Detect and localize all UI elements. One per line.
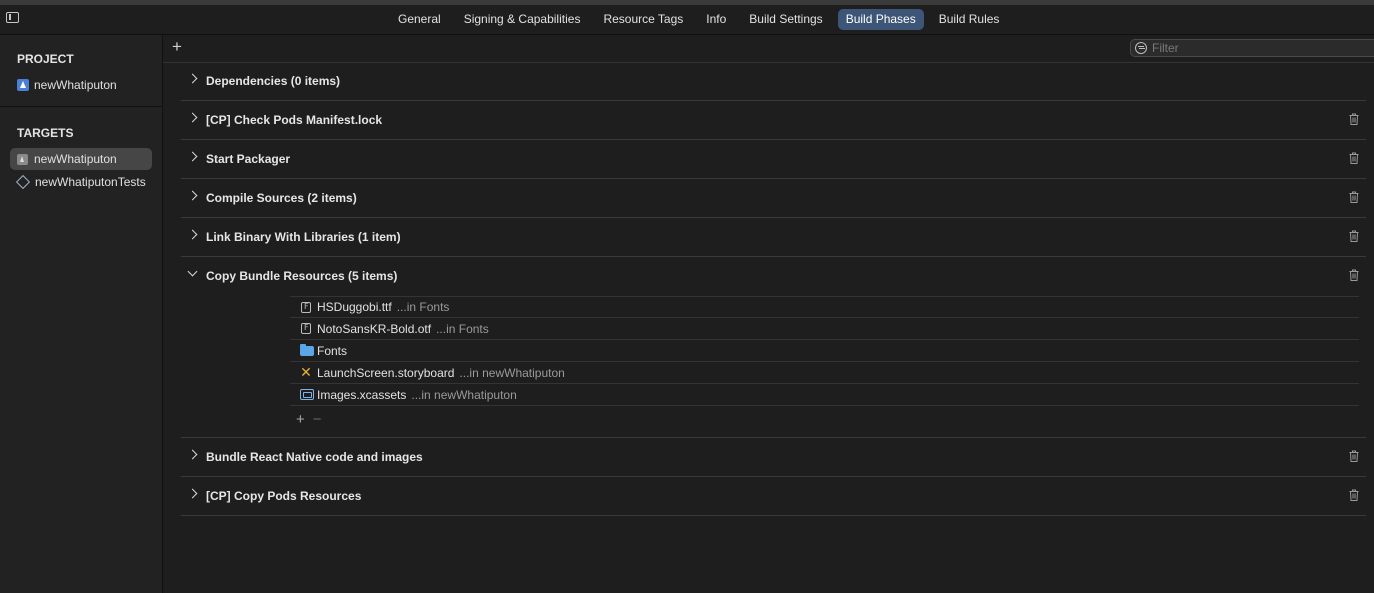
phase-title: Dependencies (0 items) (206, 74, 341, 88)
list-item[interactable]: Images.xcassets ...in newWhatiputon (290, 384, 1359, 406)
phase-check-pods-manifest[interactable]: [CP] Check Pods Manifest.lock (181, 101, 1366, 140)
phase-compile-sources[interactable]: Compile Sources (2 items) (181, 179, 1366, 218)
sidebar-item-project[interactable]: newWhatiputon (10, 74, 152, 96)
test-target-icon (15, 174, 31, 190)
sidebar-item-target-app[interactable]: newWhatiputon (10, 148, 152, 170)
file-location: ...in Fonts (436, 321, 489, 336)
font-file-icon (301, 301, 311, 313)
phase-title: Link Binary With Libraries (1 item) (206, 230, 401, 244)
tab-build-settings[interactable]: Build Settings (741, 9, 830, 30)
remove-file-button[interactable]: − (313, 411, 322, 428)
phase-start-packager[interactable]: Start Packager (181, 140, 1366, 179)
sidebar-item-label: newWhatiputonTests (35, 175, 146, 189)
tab-build-rules[interactable]: Build Rules (931, 9, 1008, 30)
phase-link-binary[interactable]: Link Binary With Libraries (1 item) (181, 218, 1366, 257)
font-file-icon (301, 323, 311, 334)
phase-title: Compile Sources (2 items) (206, 191, 357, 205)
list-item[interactable]: ✕ LaunchScreen.storyboard ...in newWhati… (290, 362, 1359, 384)
chevron-right-icon[interactable] (187, 449, 198, 460)
filter-field[interactable] (1130, 39, 1374, 57)
tab-resource-tags[interactable]: Resource Tags (595, 9, 691, 30)
file-location: ...in newWhatiputon (411, 387, 517, 402)
filter-icon (1135, 42, 1147, 54)
phase-title: Bundle React Native code and images (206, 450, 423, 464)
phase-bundle-react-native[interactable]: Bundle React Native code and images (181, 438, 1366, 477)
file-list-controls: + − (296, 411, 322, 428)
sidebar-toggle-icon[interactable] (6, 12, 19, 23)
file-name: LaunchScreen.storyboard (317, 365, 455, 380)
chevron-right-icon[interactable] (187, 190, 198, 201)
chevron-right-icon[interactable] (187, 488, 198, 499)
chevron-down-icon[interactable] (187, 266, 198, 277)
sidebar-item-label: newWhatiputon (34, 152, 117, 166)
project-section-title: PROJECT (17, 52, 74, 66)
folder-icon (300, 343, 314, 356)
file-location: ...in newWhatiputon (459, 365, 565, 380)
phase-title: [CP] Copy Pods Resources (206, 489, 362, 503)
file-name: Fonts (317, 343, 348, 358)
trash-icon[interactable] (1349, 113, 1359, 125)
add-file-button[interactable]: + (296, 411, 305, 428)
build-phases-editor: + Dependencies (0 items) [CP] Check Pods… (163, 35, 1374, 593)
file-location: ...in Fonts (396, 300, 450, 314)
tab-info[interactable]: Info (698, 9, 734, 30)
phase-dependencies[interactable]: Dependencies (0 items) (181, 62, 1366, 101)
top-tab-bar: General Signing & Capabilities Resource … (0, 0, 1374, 35)
asset-catalog-icon (300, 389, 314, 400)
file-name: Images.xcassets (317, 387, 407, 402)
bundle-resources-list: HSDuggobi.ttf ...in Fonts NotoSansKR-Bol… (290, 296, 1359, 406)
tab-signing-capabilities[interactable]: Signing & Capabilities (456, 9, 589, 30)
chevron-right-icon[interactable] (187, 151, 198, 162)
chevron-right-icon[interactable] (187, 112, 198, 123)
list-item[interactable]: Fonts (290, 340, 1359, 362)
trash-icon[interactable] (1349, 450, 1359, 462)
list-item[interactable]: NotoSansKR-Bold.otf ...in Fonts (290, 318, 1359, 340)
project-icon (17, 79, 29, 91)
file-name: NotoSansKR-Bold.otf (317, 321, 432, 336)
sidebar-item-label: newWhatiputon (34, 78, 117, 92)
storyboard-icon: ✕ (300, 364, 312, 381)
trash-icon[interactable] (1349, 230, 1359, 242)
trash-icon[interactable] (1349, 269, 1359, 281)
phase-title: [CP] Check Pods Manifest.lock (206, 113, 383, 127)
targets-section-title: TARGETS (17, 126, 74, 140)
editor-tabs: General Signing & Capabilities Resource … (390, 9, 1014, 30)
chevron-right-icon[interactable] (187, 73, 198, 84)
app-target-icon (17, 153, 28, 165)
add-build-phase-button[interactable]: + (172, 38, 182, 56)
chevron-right-icon[interactable] (187, 229, 198, 240)
trash-icon[interactable] (1349, 191, 1359, 203)
file-name: HSDuggobi.ttf (317, 300, 392, 314)
phase-title: Copy Bundle Resources (5 items) (206, 269, 398, 283)
trash-icon[interactable] (1349, 489, 1359, 501)
tab-build-phases[interactable]: Build Phases (837, 9, 924, 30)
phase-title: Start Packager (206, 152, 291, 166)
phase-copy-pods-resources[interactable]: [CP] Copy Pods Resources (181, 477, 1366, 516)
tab-general[interactable]: General (390, 9, 449, 30)
list-item[interactable]: HSDuggobi.ttf ...in Fonts (290, 296, 1359, 318)
project-navigator: PROJECT newWhatiputon TARGETS newWhatipu… (0, 35, 163, 593)
trash-icon[interactable] (1349, 152, 1359, 164)
filter-input[interactable] (1152, 41, 1352, 55)
sidebar-divider (0, 106, 162, 107)
sidebar-item-target-tests[interactable]: newWhatiputonTests (10, 171, 152, 193)
